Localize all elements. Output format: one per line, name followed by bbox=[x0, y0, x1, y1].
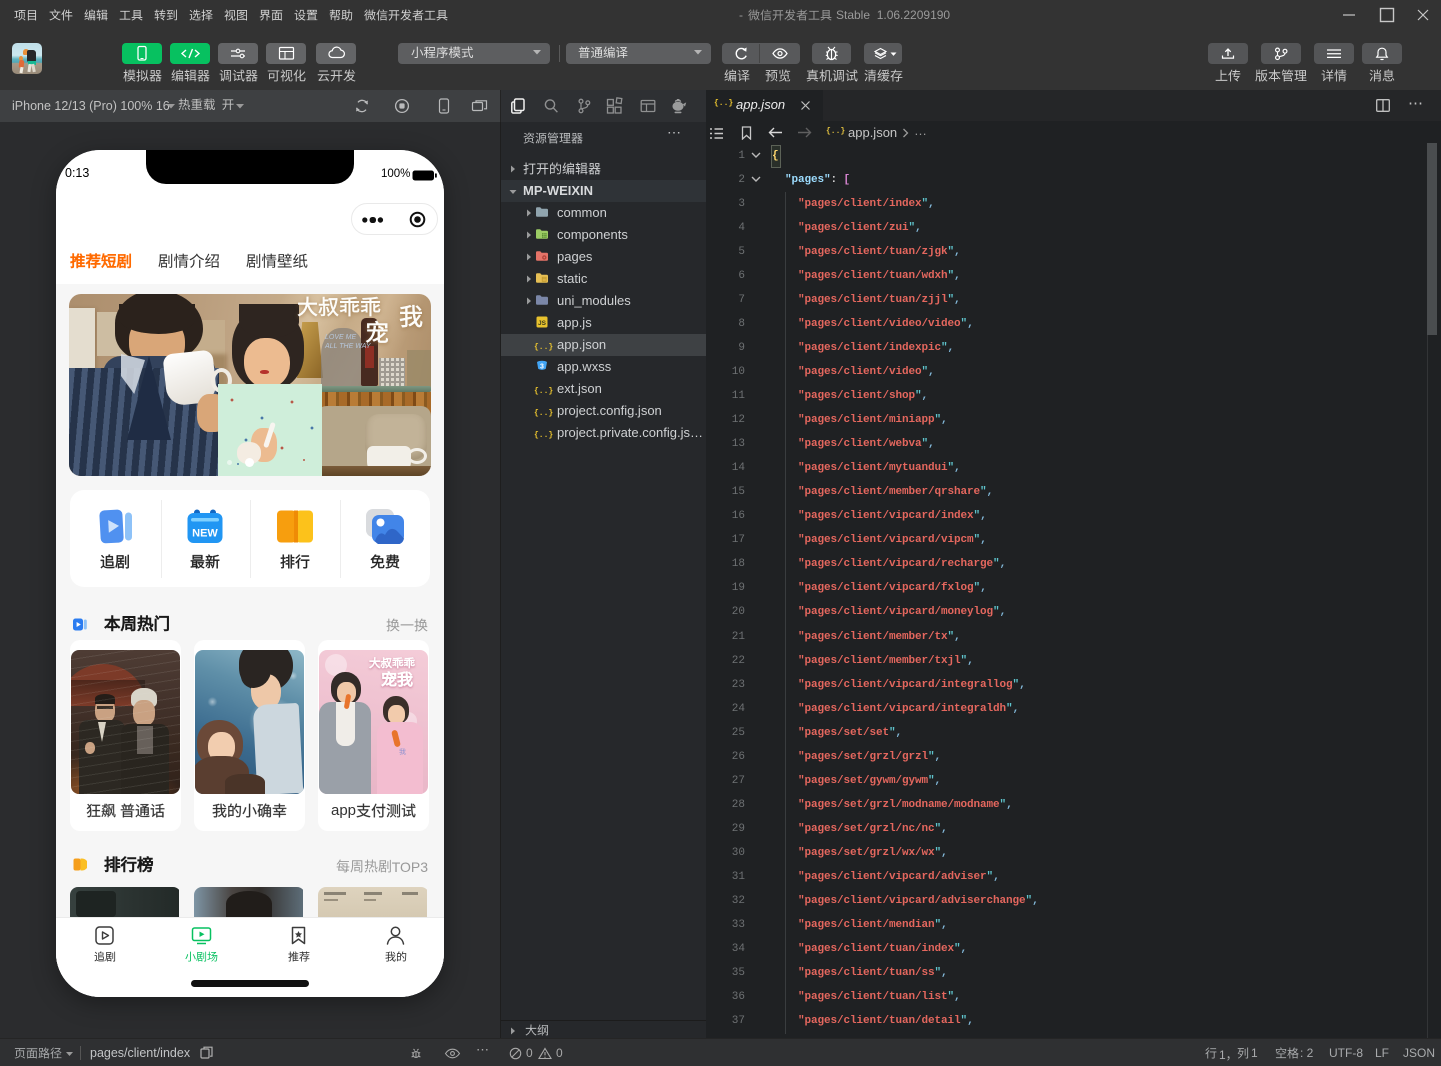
svg-text:JS: JS bbox=[538, 320, 547, 327]
svg-text:3: 3 bbox=[540, 364, 544, 371]
svg-text:NEW: NEW bbox=[192, 528, 218, 540]
